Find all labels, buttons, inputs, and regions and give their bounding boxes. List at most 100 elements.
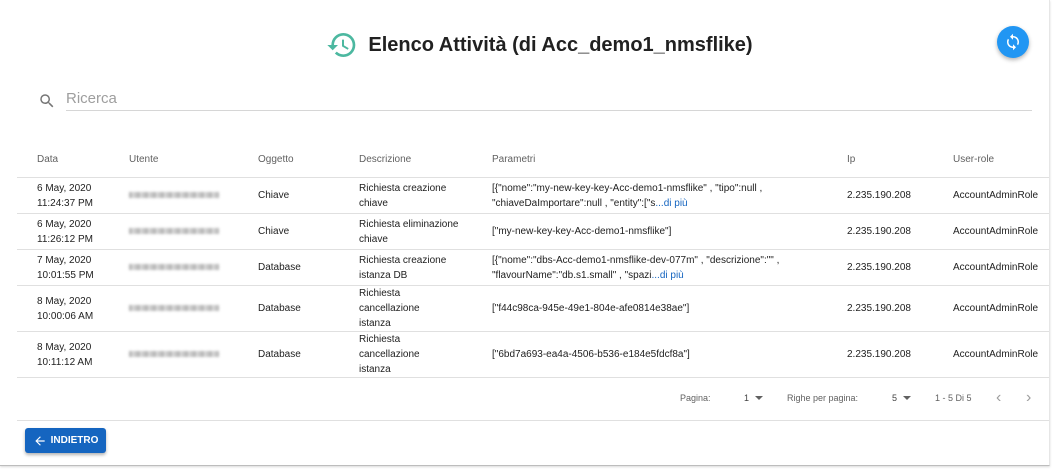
user-cell xyxy=(129,249,258,286)
description-cell: Richiesta creazione istanza DB xyxy=(359,249,492,286)
role-cell: AccountAdminRole xyxy=(953,213,1049,250)
description-cell: Richiesta eliminazione chiave xyxy=(359,213,492,250)
rows-per-page-label: Righe per pagina: xyxy=(787,393,859,403)
column-header-descrizione[interactable]: Descrizione xyxy=(359,141,492,178)
time-text: 11:26:12 PM xyxy=(37,233,93,245)
user-cell xyxy=(129,213,258,250)
description-text: Richiesta cancellazione istanza xyxy=(359,334,420,375)
ip-cell: 2.235.190.208 xyxy=(847,331,953,378)
table-header-row: Data Utente Oggetto Descrizione Parametr… xyxy=(17,141,1049,178)
rows-per-page-value: 5 xyxy=(892,393,898,403)
params-cell: ["f44c98ca-945e-49e1-804e-afe0814e38ae"] xyxy=(492,285,847,332)
ip-cell: 2.235.190.208 xyxy=(847,177,953,214)
arrow-left-icon xyxy=(34,435,45,446)
object-cell: Database xyxy=(258,249,359,286)
search-bar xyxy=(38,88,1034,111)
role-cell: AccountAdminRole xyxy=(953,177,1049,214)
ip-cell: 2.235.190.208 xyxy=(847,249,953,286)
description-text: Richiesta eliminazione chiave xyxy=(359,218,459,245)
redacted-user xyxy=(129,228,219,235)
date-cell: 7 May, 2020 10:01:55 PM xyxy=(17,249,129,286)
refresh-icon xyxy=(1007,33,1019,51)
params-text: [{"nome":"dbs-Acc-demo1-nmsflike-dev-077… xyxy=(492,254,780,281)
column-header-ip[interactable]: Ip xyxy=(847,141,953,178)
date-text: 7 May, 2020 xyxy=(37,254,92,266)
params-cell: ["6bd7a693-ea4a-4506-b536-e184e5fdcf8a"] xyxy=(492,331,847,378)
table-row[interactable]: 8 May, 2020 10:00:06 AM Database Richiest… xyxy=(17,285,1049,332)
page-range: 1 - 5 Di 5 xyxy=(935,393,972,403)
column-header-user-role[interactable]: User-role xyxy=(953,141,1049,178)
table-pagination: Pagina: 1 Righe per pagina: 5 1 - 5 Di 5… xyxy=(0,385,1049,413)
page-header: Elenco Attività (di Acc_demo1_nmsflike) xyxy=(0,28,1049,62)
ip-cell: 2.235.190.208 xyxy=(847,285,953,332)
params-text: ["my-new-key-key-Acc-demo1-nmsflike"] xyxy=(492,226,672,237)
params-cell: [{"nome":"my-new-key-key-Acc-demo1-nmsfl… xyxy=(492,177,847,214)
role-cell: AccountAdminRole xyxy=(953,249,1049,286)
params-cell: ["my-new-key-key-Acc-demo1-nmsflike"] xyxy=(492,213,847,250)
date-cell: 6 May, 2020 11:26:12 PM xyxy=(17,213,129,250)
date-cell: 8 May, 2020 10:00:06 AM xyxy=(17,285,129,332)
description-cell: Richiesta cancellazione istanza xyxy=(359,285,492,332)
time-text: 10:11:12 AM xyxy=(37,356,93,368)
page-title: Elenco Attività (di Acc_demo1_nmsflike) xyxy=(368,33,753,56)
params-text: [{"nome":"my-new-key-key-Acc-demo1-nmsfl… xyxy=(492,182,763,209)
redacted-user xyxy=(129,264,219,271)
chevron-right-icon[interactable]: › xyxy=(1026,390,1031,406)
redacted-user xyxy=(129,351,219,358)
description-text: Richiesta cancellazione istanza xyxy=(359,288,420,329)
activity-table: Data Utente Oggetto Descrizione Parametr… xyxy=(17,141,1049,378)
description-cell: Richiesta creazione chiave xyxy=(359,177,492,214)
object-cell: Chiave xyxy=(258,177,359,214)
date-text: 8 May, 2020 xyxy=(37,295,92,307)
caret-down-icon xyxy=(903,396,912,400)
description-text: Richiesta creazione chiave xyxy=(359,182,447,209)
user-cell xyxy=(129,331,258,378)
object-cell: Database xyxy=(258,331,359,378)
date-cell: 8 May, 2020 10:11:12 AM xyxy=(17,331,129,378)
caret-down-icon xyxy=(755,396,764,400)
redacted-user xyxy=(129,192,219,199)
role-cell: AccountAdminRole xyxy=(953,285,1049,332)
search-input[interactable] xyxy=(66,88,1032,111)
column-header-oggetto[interactable]: Oggetto xyxy=(258,141,359,178)
params-text: ["f44c98ca-945e-49e1-804e-afe0814e38ae"] xyxy=(492,303,690,314)
column-header-parametri[interactable]: Parametri xyxy=(492,141,847,178)
date-text: 6 May, 2020 xyxy=(37,182,92,194)
chevron-left-icon[interactable]: ‹ xyxy=(996,390,1001,406)
show-more-link[interactable]: ...di più xyxy=(655,198,687,209)
params-cell: [{"nome":"dbs-Acc-demo1-nmsflike-dev-077… xyxy=(492,249,847,286)
show-more-link[interactable]: ...di più xyxy=(651,270,683,281)
description-text: Richiesta creazione istanza DB xyxy=(359,254,447,281)
table-row[interactable]: 6 May, 2020 11:24:37 PM Chiave Richiesta … xyxy=(17,177,1049,214)
back-button[interactable]: INDIETRO xyxy=(25,428,106,453)
table-row[interactable]: 8 May, 2020 10:11:12 AM Database Richiest… xyxy=(17,331,1049,378)
page-value: 1 xyxy=(744,393,750,403)
page-select[interactable]: 1 xyxy=(744,393,764,403)
back-button-label: INDIETRO xyxy=(50,435,99,446)
time-text: 10:00:06 AM xyxy=(37,310,94,322)
date-cell: 6 May, 2020 11:24:37 PM xyxy=(17,177,129,214)
date-text: 8 May, 2020 xyxy=(37,341,92,353)
object-cell: Chiave xyxy=(258,213,359,250)
page-label: Pagina: xyxy=(680,393,711,403)
params-text: ["6bd7a693-ea4a-4506-b536-e184e5fdcf8a"] xyxy=(492,349,690,360)
history-icon xyxy=(327,33,356,58)
footer-divider xyxy=(17,420,1049,421)
refresh-button[interactable] xyxy=(997,26,1029,58)
table-row[interactable]: 7 May, 2020 10:01:55 PM Database Richiest… xyxy=(17,249,1049,286)
search-icon xyxy=(40,94,54,108)
ip-cell: 2.235.190.208 xyxy=(847,213,953,250)
rows-per-page-select[interactable]: 5 xyxy=(892,393,912,403)
column-header-utente[interactable]: Utente xyxy=(129,141,258,178)
time-text: 11:24:37 PM xyxy=(37,197,93,209)
user-cell xyxy=(129,285,258,332)
object-cell: Database xyxy=(258,285,359,332)
date-text: 6 May, 2020 xyxy=(37,218,92,230)
time-text: 10:01:55 PM xyxy=(37,269,94,281)
role-cell: AccountAdminRole xyxy=(953,331,1049,378)
redacted-user xyxy=(129,305,219,312)
column-header-data[interactable]: Data xyxy=(17,141,129,178)
user-cell xyxy=(129,177,258,214)
description-cell: Richiesta cancellazione istanza xyxy=(359,331,492,378)
table-row[interactable]: 6 May, 2020 11:26:12 PM Chiave Richiesta … xyxy=(17,213,1049,250)
